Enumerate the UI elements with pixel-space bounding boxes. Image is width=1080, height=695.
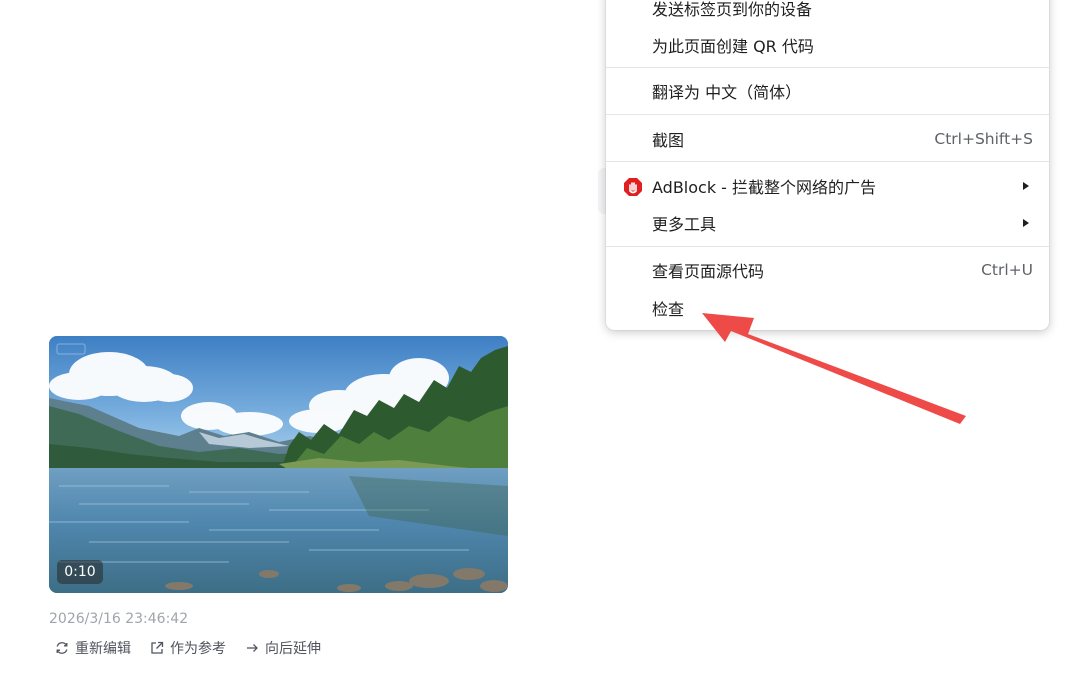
- menu-divider: [606, 161, 1049, 162]
- menu-item-label: 更多工具: [652, 215, 717, 234]
- use-as-reference-button[interactable]: 作为参考: [149, 638, 226, 658]
- menu-item-more-tools[interactable]: 更多工具: [606, 206, 1049, 240]
- menu-item-inspect[interactable]: 检查: [606, 291, 1049, 325]
- video-thumbnail[interactable]: [49, 336, 508, 593]
- video-timestamp: 2026/3/16 23:46:42: [49, 611, 189, 627]
- menu-item-shortcut: Ctrl+Shift+S: [934, 130, 1033, 148]
- refresh-icon: [56, 642, 68, 654]
- menu-item-label: 翻译为 中文（简体）: [652, 83, 802, 102]
- menu-item-label: 为此页面创建 QR 代码: [652, 37, 814, 56]
- menu-item-screenshot[interactable]: 截图 Ctrl+Shift+S: [606, 122, 1049, 156]
- context-menu: 发送标签页到你的设备 为此页面创建 QR 代码 翻译为 中文（简体） 截图 Ct…: [606, 0, 1049, 330]
- lake-landscape-image: [49, 336, 508, 593]
- menu-divider: [606, 114, 1049, 115]
- menu-item-label: 截图: [652, 131, 685, 150]
- menu-item-label: AdBlock - 拦截整个网络的广告: [652, 178, 877, 197]
- video-duration-badge: 0:10: [57, 560, 103, 584]
- menu-item-label: 检查: [652, 300, 685, 319]
- menu-item-adblock[interactable]: AdBlock - 拦截整个网络的广告: [606, 169, 1049, 203]
- menu-item-send-tab[interactable]: 发送标签页到你的设备: [606, 0, 1049, 25]
- menu-item-translate[interactable]: 翻译为 中文（简体）: [606, 74, 1049, 108]
- use-as-reference-label: 作为参考: [170, 641, 226, 657]
- menu-divider: [606, 246, 1049, 247]
- page: 0:10 2026/3/16 23:46:42 重新编辑 作为参考 向后延伸 发…: [0, 0, 1080, 695]
- chevron-right-icon: [1023, 219, 1029, 227]
- extend-backward-label: 向后延伸: [265, 641, 321, 657]
- arrow-right-icon: [247, 644, 258, 652]
- menu-divider: [606, 67, 1049, 68]
- re-edit-label: 重新编辑: [75, 641, 131, 657]
- hand-stop-icon: [624, 178, 642, 196]
- re-edit-button[interactable]: 重新编辑: [54, 638, 131, 658]
- menu-item-label: 发送标签页到你的设备: [652, 0, 813, 19]
- chevron-right-icon: [1023, 182, 1029, 190]
- menu-item-create-qr[interactable]: 为此页面创建 QR 代码: [606, 28, 1049, 62]
- menu-item-view-source[interactable]: 查看页面源代码 Ctrl+U: [606, 253, 1049, 287]
- menu-item-label: 查看页面源代码: [652, 262, 765, 281]
- external-link-icon: [151, 641, 164, 654]
- video-actions: 重新编辑 作为参考 向后延伸: [54, 637, 321, 659]
- extend-backward-button[interactable]: 向后延伸: [244, 638, 321, 658]
- menu-item-shortcut: Ctrl+U: [981, 261, 1033, 279]
